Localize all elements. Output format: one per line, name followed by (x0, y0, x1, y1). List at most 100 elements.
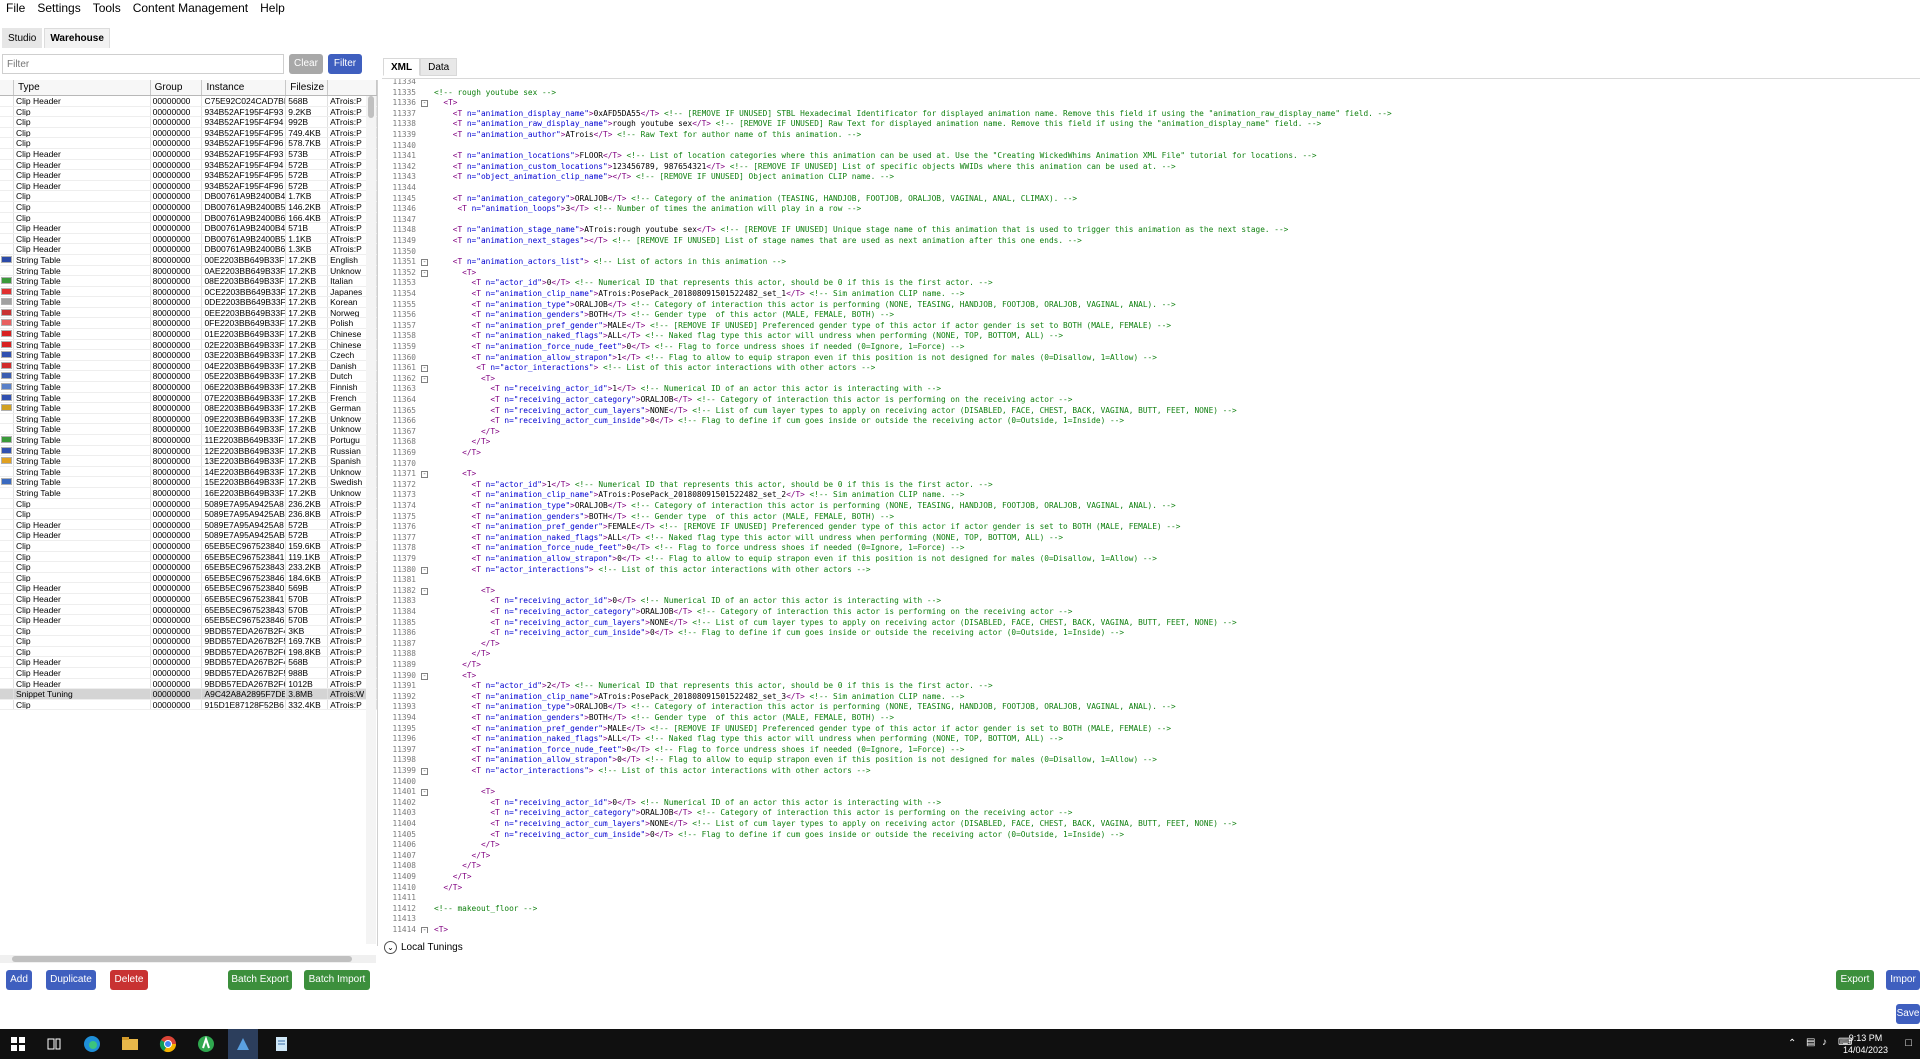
table-row[interactable]: String Table 80000000 0EE2203BB649B33F 17.2… (0, 307, 377, 319)
table-row[interactable]: Clip 00000000 934B52AF195F4F93 9.2KB ATrois:… (0, 106, 377, 118)
table-row[interactable]: Clip Header 00000000 5089E7A95A9425A8 572B A… (0, 519, 377, 531)
task-view-icon[interactable] (44, 1034, 64, 1054)
filter-input[interactable] (2, 54, 284, 74)
table-row[interactable]: Clip 00000000 65EB5EC967523846 184.6KB ATroi… (0, 572, 377, 584)
table-row[interactable]: Clip 00000000 65EB5EC967523840 159.6KB ATroi… (0, 540, 377, 552)
table-row[interactable]: String Table 80000000 03E2203BB649B33F 17.2… (0, 350, 377, 361)
menu-content-management[interactable]: Content Management (127, 1, 254, 15)
table-row[interactable]: Clip Header 00000000 65EB5EC967523841 570B A… (0, 593, 377, 605)
table-row[interactable]: Clip Header 00000000 5089E7A95A9425AB 572B A… (0, 530, 377, 541)
table-row[interactable]: String Table 80000000 01E2203BB649B33F 17.2… (0, 329, 377, 340)
xml-editor[interactable]: 11334 11335 11336 11337 11338 11339 11340 11341… (382, 78, 1920, 933)
table-row[interactable]: Clip 00000000 5089E7A95A9425AB 236.8KB ATroi… (0, 509, 377, 520)
table-row[interactable]: Clip Header 00000000 934B52AF195F4F93 573B A… (0, 148, 377, 160)
table-row[interactable]: Clip 00000000 9BDB57EDA267B2F5 169.7KB ATroi… (0, 636, 377, 647)
fold-toggle-icon[interactable]: - (421, 365, 428, 373)
tab-warehouse[interactable]: Warehouse (44, 28, 110, 48)
tab-data[interactable]: Data (420, 58, 458, 76)
table-row[interactable]: String Table 80000000 14E2203BB649B33F 17.2… (0, 466, 377, 478)
table-row[interactable]: String Table 80000000 04E2203BB649B33F 17.2… (0, 360, 377, 372)
column-header-instance[interactable]: Instance (202, 80, 287, 95)
table-row[interactable]: String Table 80000000 08E2203BB649B33F 17.2… (0, 276, 377, 287)
table-row[interactable]: String Table 80000000 0DE2203BB649B33F 17.2… (0, 297, 377, 308)
fold-toggle-icon[interactable]: - (421, 768, 428, 775)
table-row[interactable]: Clip Header 00000000 65EB5EC967523843 570B A… (0, 604, 377, 616)
table-row[interactable]: Clip 00000000 65EB5EC967523841 119.1KB ATroi… (0, 551, 377, 563)
table-row[interactable]: Clip Header 00000000 C75E92C024CAD7BB 568B A… (0, 96, 377, 107)
fold-toggle-icon[interactable]: - (421, 672, 428, 680)
fold-toggle-icon[interactable]: - (421, 471, 428, 479)
tray-chevron-icon[interactable]: ⌃ (1788, 1038, 1796, 1049)
fold-toggle-icon[interactable]: - (421, 789, 428, 797)
column-header-filesize[interactable]: Filesize (286, 80, 329, 95)
table-row[interactable]: String Table 80000000 09E2203BB649B33F 17.2… (0, 413, 377, 425)
menu-file[interactable]: File (0, 1, 31, 15)
fold-toggle-icon[interactable]: - (421, 587, 428, 595)
table-row[interactable]: Clip Header 00000000 934B52AF195F4F95 572B A… (0, 170, 377, 181)
table-row[interactable]: String Table 80000000 11E2203BB649B33F 17.2… (0, 435, 377, 446)
clear-button[interactable]: Clear (289, 54, 323, 74)
fold-toggle-icon[interactable]: - (421, 927, 428, 933)
menu-help[interactable]: Help (254, 1, 291, 15)
add-button[interactable]: Add (6, 970, 32, 990)
table-row[interactable]: String Table 80000000 02E2203BB649B33F 17.2… (0, 339, 377, 351)
column-header-type[interactable]: Type (14, 80, 151, 95)
filter-button[interactable]: Filter (328, 54, 362, 74)
table-row[interactable]: Clip 00000000 DB00761A9B2400B6 166.4KB ATroi… (0, 212, 377, 224)
table-row[interactable]: Clip 00000000 934B52AF195F4F94 992B ATrois:P (0, 117, 377, 128)
tab-xml[interactable]: XML (383, 58, 421, 76)
table-row[interactable]: String Table 80000000 0AE2203BB649B33F 17.2… (0, 265, 377, 277)
table-row[interactable]: String Table 80000000 10E2203BB649B33F 17.2… (0, 424, 377, 435)
import-button[interactable]: Impor (1886, 970, 1920, 990)
fold-toggle-icon[interactable]: - (421, 100, 428, 108)
network-icon[interactable]: ▤ (1806, 1037, 1815, 1048)
table-row[interactable]: Clip 00000000 934B52AF195F4F95 749.4KB ATroi… (0, 127, 377, 139)
table-row[interactable]: String Table 80000000 05E2203BB649B33F 17.2… (0, 371, 377, 383)
menu-tools[interactable]: Tools (87, 1, 127, 15)
menu-settings[interactable]: Settings (31, 1, 86, 15)
table-row[interactable]: Clip Header 00000000 DB00761A9B2400B6 1.3KB… (0, 244, 377, 255)
table-row[interactable]: Clip 00000000 65EB5EC967523843 233.2KB ATroi… (0, 562, 377, 573)
table-row[interactable]: Clip 00000000 915D1E87128F52B6 332.4KB ATroi… (0, 699, 377, 711)
fold-toggle-icon[interactable]: - (421, 375, 428, 383)
table-row[interactable]: Clip Header 00000000 9BDB57EDA267B2F6 1012B… (0, 678, 377, 690)
grid-horizontal-scrollbar[interactable] (0, 955, 376, 963)
table-row[interactable]: Clip 00000000 DB00761A9B2400B4 1.7KB ATrois:… (0, 191, 377, 202)
fold-toggle-icon[interactable]: - (421, 269, 428, 277)
table-row[interactable]: String Table 80000000 07E2203BB649B33F 17.2… (0, 392, 377, 404)
notepad-icon[interactable] (271, 1034, 291, 1054)
app-green-icon[interactable] (196, 1034, 216, 1054)
table-row[interactable]: String Table 80000000 13E2203BB649B33F 17.2… (0, 456, 377, 467)
table-row[interactable]: String Table 80000000 12E2203BB649B33F 17.2… (0, 445, 377, 457)
table-row[interactable]: Clip Header 00000000 DB00761A9B2400B4 571B A… (0, 223, 377, 234)
grid-vertical-scrollbar[interactable] (366, 96, 376, 944)
chrome-icon[interactable] (158, 1034, 178, 1054)
local-tunings-toggle[interactable]: ⌄ Local Tunings (384, 940, 463, 954)
table-row[interactable]: Clip 00000000 5089E7A95A9425A8 236.2KB ATroi… (0, 498, 377, 510)
table-row[interactable]: Clip Header 00000000 9BDB57EDA267B2F4 568B A… (0, 657, 377, 669)
tab-studio[interactable]: Studio (2, 28, 43, 48)
notifications-icon[interactable]: □ (1905, 1037, 1912, 1049)
table-row[interactable]: Clip Header 00000000 934B52AF195F4F96 572B A… (0, 180, 377, 192)
table-row[interactable]: Clip Header 00000000 9BDB57EDA267B2F5 988B A… (0, 668, 377, 679)
sims4-studio-icon[interactable] (233, 1034, 253, 1054)
table-row[interactable]: Clip 00000000 9BDB57EDA267B2F6 198.8KB ATroi… (0, 646, 377, 658)
table-row[interactable]: Snippet Tuning 00000000 A9C42A8A2895F7DE 3.… (0, 689, 377, 700)
fold-toggle-icon[interactable]: - (421, 259, 428, 267)
volume-icon[interactable]: ♪ (1822, 1037, 1827, 1048)
table-row[interactable]: String Table 80000000 16E2203BB649B33F 17.2… (0, 487, 377, 499)
table-row[interactable]: Clip 00000000 9BDB57EDA267B2F4 3KB ATrois:P (0, 625, 377, 637)
windows-start-icon[interactable] (8, 1034, 28, 1054)
table-row[interactable]: Clip 00000000 DB00761A9B2400B5 146.2KB ATroi… (0, 201, 377, 213)
column-header-group[interactable]: Group (151, 80, 203, 95)
table-row[interactable]: String Table 80000000 15E2203BB649B33F 17.2… (0, 477, 377, 488)
save-button[interactable]: Save (1896, 1004, 1920, 1024)
table-row[interactable]: String Table 80000000 0CE2203BB649B33F 17.2… (0, 286, 377, 298)
table-row[interactable]: Clip Header 00000000 DB00761A9B2400B5 1.1KB… (0, 233, 377, 245)
table-row[interactable]: String Table 80000000 0FE2203BB649B33F 17.2… (0, 318, 377, 330)
file-explorer-icon[interactable] (120, 1034, 140, 1054)
table-row[interactable]: Clip 00000000 934B52AF195F4F96 578.7KB ATroi… (0, 138, 377, 149)
duplicate-button[interactable]: Duplicate (46, 970, 96, 990)
export-button[interactable]: Export (1836, 970, 1874, 990)
table-row[interactable]: String Table 80000000 00E2203BB649B33F 17.2… (0, 254, 377, 266)
